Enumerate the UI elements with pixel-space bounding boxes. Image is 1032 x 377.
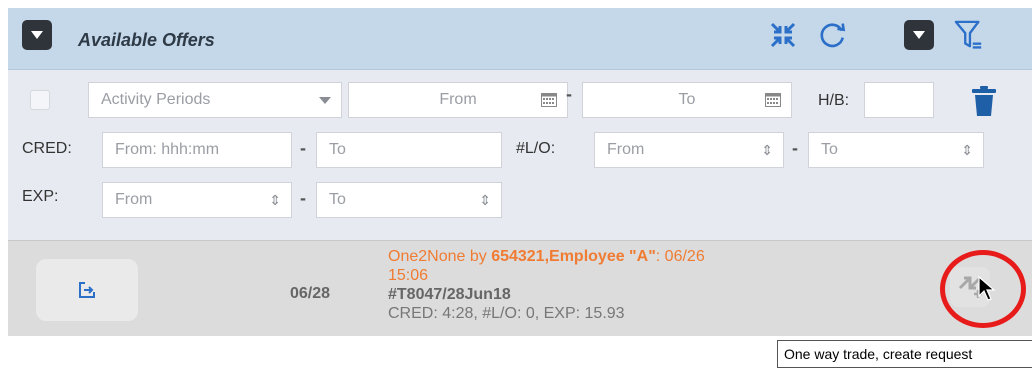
refresh-button[interactable] bbox=[818, 20, 848, 50]
offer-posted-date: : 06/26 bbox=[655, 248, 705, 265]
stepper-icon[interactable]: ⇕ bbox=[269, 192, 281, 209]
exp-to-placeholder: To bbox=[329, 191, 346, 208]
cred-label: CRED: bbox=[22, 140, 72, 157]
chevron-down-icon bbox=[319, 97, 331, 104]
stepper-icon[interactable]: ⇕ bbox=[479, 192, 491, 209]
open-offer-button[interactable] bbox=[36, 259, 138, 321]
lo-to-stepper[interactable]: To ⇕ bbox=[808, 132, 984, 168]
date-from-placeholder: From bbox=[439, 91, 477, 108]
stepper-icon[interactable]: ⇕ bbox=[761, 142, 773, 159]
mouse-cursor-icon bbox=[978, 276, 996, 301]
filter-row-activity: Activity Periods From - To H/B: bbox=[8, 80, 1032, 120]
export-icon bbox=[79, 282, 95, 298]
exp-label: EXP: bbox=[22, 188, 59, 205]
filters-panel: Activity Periods From - To H/B: CRED: Fr… bbox=[8, 70, 1032, 240]
tooltip: One way trade, create request bbox=[777, 340, 1032, 368]
offer-trip-id: #T8047/28Jun18 bbox=[388, 286, 511, 303]
trash-icon bbox=[972, 86, 996, 116]
exp-from-placeholder: From bbox=[115, 191, 153, 208]
exp-from-stepper[interactable]: From ⇕ bbox=[102, 182, 292, 218]
hb-label: H/B: bbox=[818, 92, 850, 109]
chevron-down-icon bbox=[913, 31, 925, 39]
exp-to-stepper[interactable]: To ⇕ bbox=[316, 182, 502, 218]
cred-from-placeholder: From: hhh:mm bbox=[115, 141, 220, 158]
panel-title: Available Offers bbox=[78, 30, 215, 50]
date-to-placeholder: To bbox=[678, 91, 696, 108]
activity-periods-select[interactable]: Activity Periods bbox=[88, 82, 342, 118]
offer-posted-time: 15:06 bbox=[388, 267, 429, 284]
date-from-input[interactable]: From bbox=[348, 82, 568, 118]
offers-header: Available Offers bbox=[8, 8, 1032, 70]
lo-label: #L/O: bbox=[516, 140, 556, 157]
refresh-icon bbox=[820, 23, 846, 48]
offer-owner-line: One2None by 654321,Employee "A": 06/26 bbox=[388, 247, 828, 266]
filter-button[interactable] bbox=[954, 20, 984, 50]
lo-from-stepper[interactable]: From ⇕ bbox=[594, 132, 784, 168]
offer-date: 06/28 bbox=[290, 285, 331, 302]
lo-from-placeholder: From bbox=[607, 141, 645, 158]
cred-from-input[interactable]: From: hhh:mm bbox=[102, 132, 292, 168]
offer-type-text: One2None by bbox=[388, 248, 492, 265]
clear-filters-button[interactable] bbox=[972, 86, 996, 121]
lo-range-dash: - bbox=[792, 138, 798, 158]
chevron-down-icon bbox=[31, 31, 43, 39]
filter-row-cred: CRED: From: hhh:mm - To #L/O: From ⇕ - T… bbox=[8, 130, 1032, 170]
offer-employee: 654321,Employee "A" bbox=[491, 248, 656, 265]
activity-periods-value: Activity Periods bbox=[101, 91, 211, 108]
expand-toggle-button[interactable] bbox=[22, 20, 52, 50]
lo-to-placeholder: To bbox=[821, 141, 838, 158]
cred-to-input[interactable]: To bbox=[316, 132, 502, 168]
offer-list-item[interactable]: 06/28 One2None by 654321,Employee "A": 0… bbox=[8, 240, 1032, 336]
date-to-input[interactable]: To bbox=[582, 82, 792, 118]
date-range-dash: - bbox=[566, 84, 572, 104]
calendar-icon[interactable] bbox=[541, 93, 557, 107]
filter-icon bbox=[954, 20, 982, 49]
collapse-button[interactable] bbox=[768, 20, 798, 50]
stepper-icon[interactable]: ⇕ bbox=[961, 142, 973, 159]
filter-row-exp: EXP: From ⇕ - To ⇕ bbox=[8, 178, 1032, 218]
hb-input[interactable] bbox=[864, 82, 934, 118]
exp-range-dash: - bbox=[300, 188, 306, 208]
collapse-icon bbox=[770, 22, 796, 48]
select-all-checkbox[interactable] bbox=[30, 90, 50, 110]
offer-details: One2None by 654321,Employee "A": 06/26 1… bbox=[388, 247, 828, 323]
offer-stats: CRED: 4:28, #L/O: 0, EXP: 15.93 bbox=[388, 305, 625, 322]
options-dropdown-button[interactable] bbox=[904, 20, 934, 50]
calendar-icon[interactable] bbox=[765, 93, 781, 107]
cred-range-dash: - bbox=[300, 138, 306, 158]
cred-to-placeholder: To bbox=[329, 141, 346, 158]
